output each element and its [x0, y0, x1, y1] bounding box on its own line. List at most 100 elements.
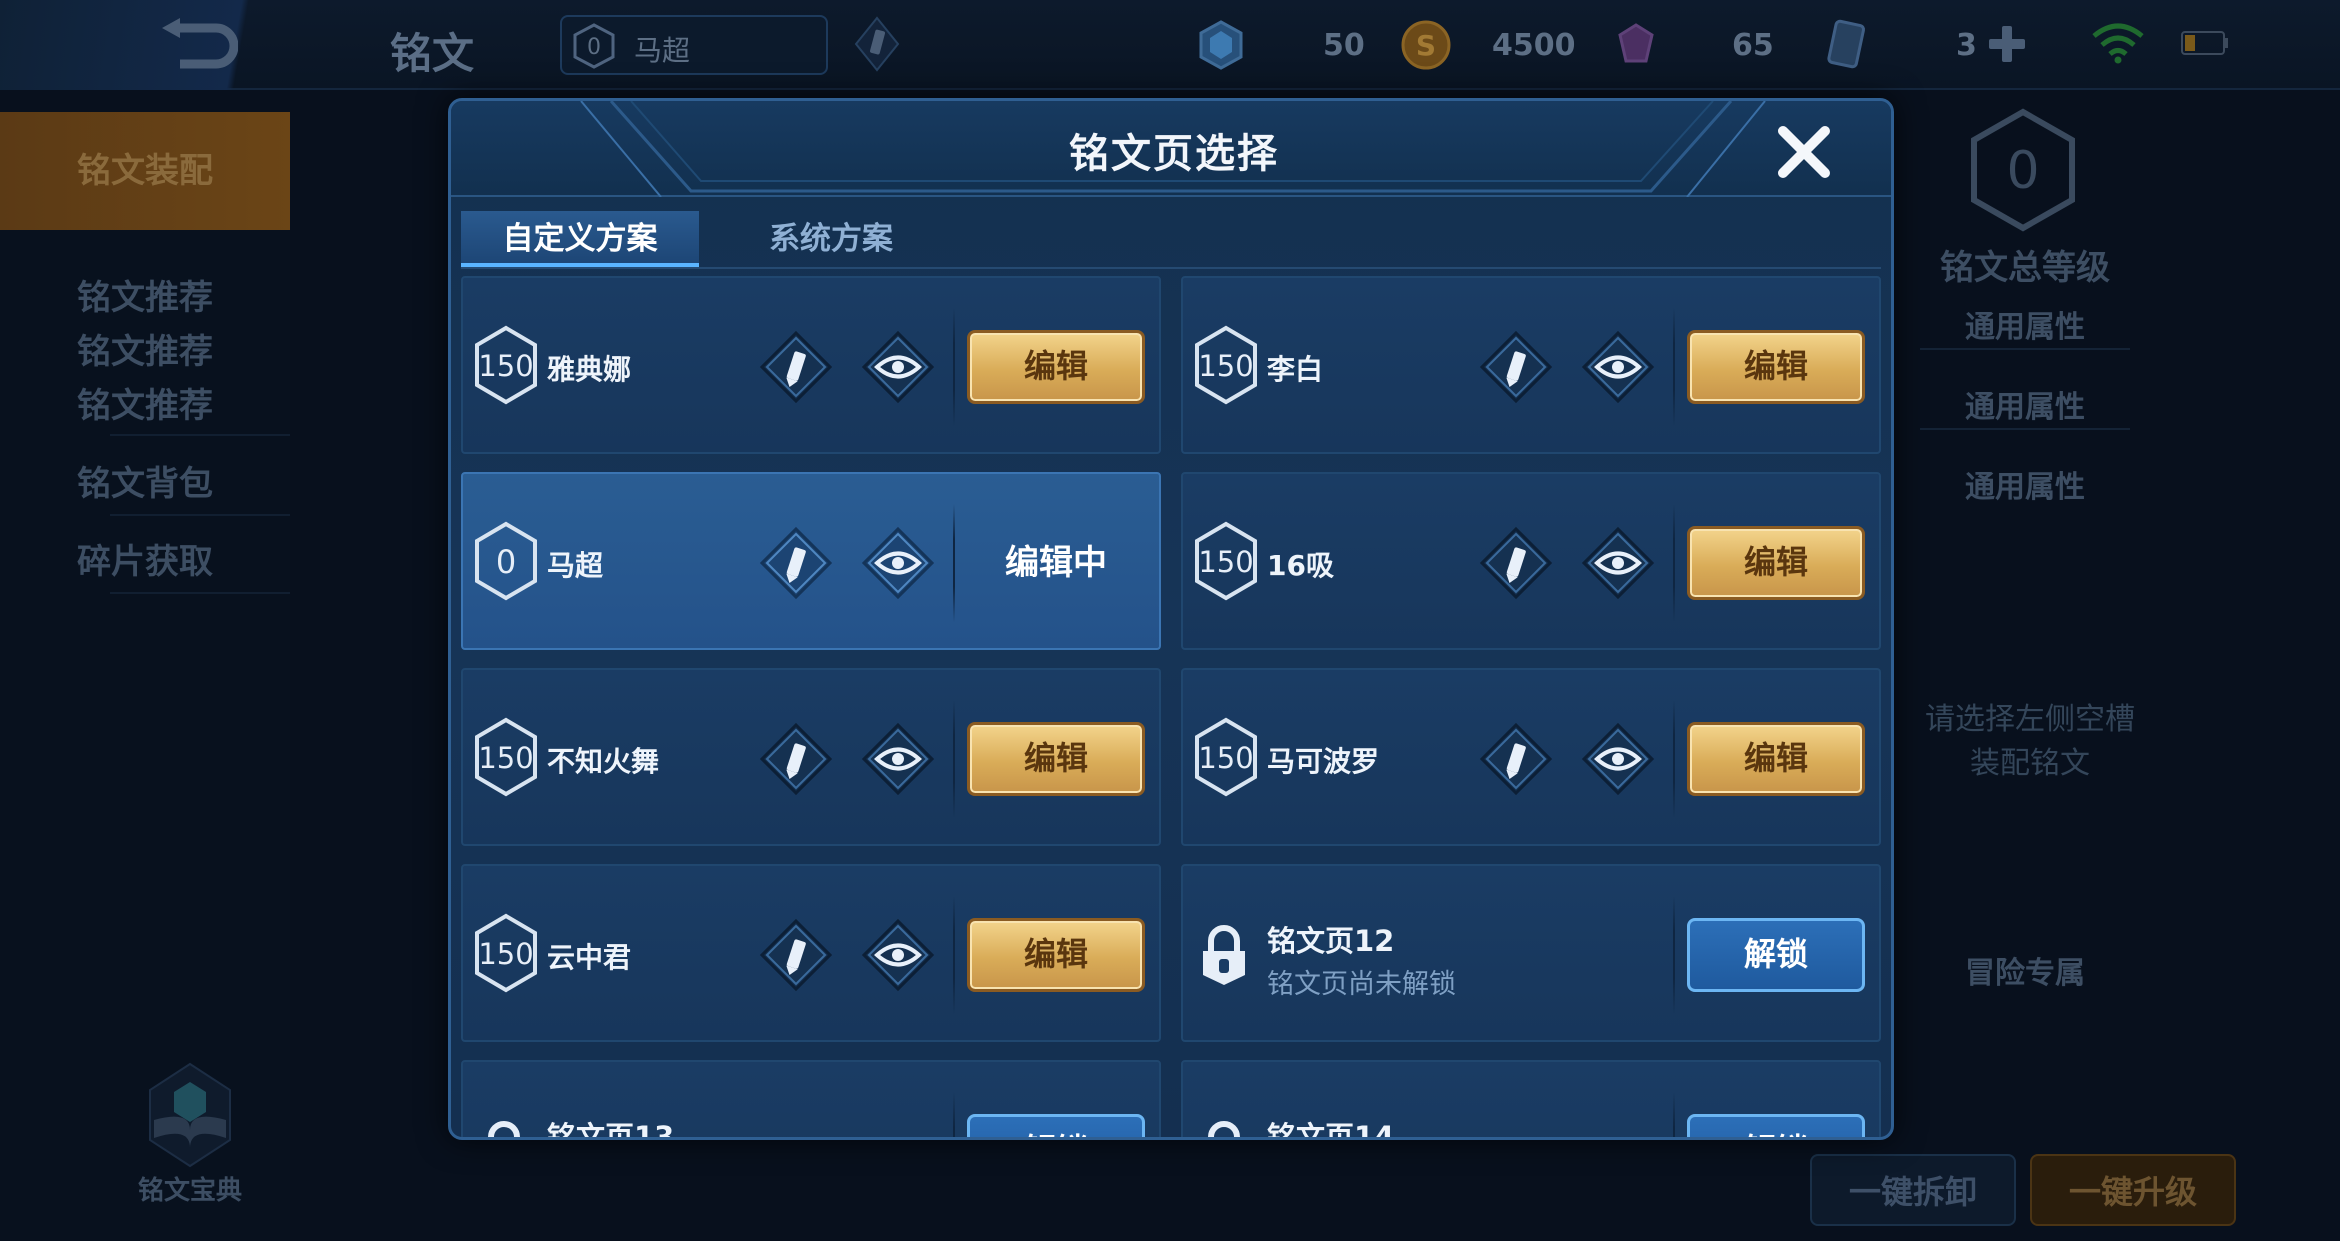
lock-icon: [1208, 1121, 1240, 1137]
edit-button[interactable]: 编辑: [967, 330, 1145, 404]
resource-gem: 65: [1610, 18, 1774, 72]
preview-eye-icon[interactable]: [861, 526, 935, 600]
rune-page-card-current[interactable]: 0 马超 编辑中: [461, 472, 1161, 650]
preview-eye-icon[interactable]: [1581, 330, 1655, 404]
ticket-card-icon: [1827, 19, 1866, 69]
svg-text:150: 150: [1198, 545, 1253, 579]
attribute-divider: [1920, 428, 2130, 430]
card-divider: [953, 896, 955, 1014]
locked-page-name: 铭文页14: [1267, 1120, 1395, 1140]
card-divider: [953, 504, 955, 622]
empty-slot-hint: 请选择左侧空槽 装配铭文: [1860, 698, 2200, 786]
level-hexagon-icon: 150: [1195, 325, 1257, 405]
svg-text:150: 150: [478, 741, 533, 775]
rune-page-card[interactable]: 150 不知火舞 编辑: [461, 668, 1161, 846]
rename-pen-icon[interactable]: [759, 918, 833, 992]
purple-gem-icon: [1618, 23, 1654, 63]
top-bar: 铭文 0 马超 50 S 4500 65 3: [0, 0, 2340, 90]
preview-eye-icon[interactable]: [861, 330, 935, 404]
back-arrow-icon: [162, 18, 238, 69]
nav-rune-recommend-2[interactable]: 铭文推荐: [0, 324, 290, 373]
rune-page-card[interactable]: 150 雅典娜 编辑: [461, 276, 1161, 454]
svg-text:0: 0: [2006, 141, 2039, 201]
locked-page-name: 铭文页13: [547, 1120, 675, 1140]
level-hexagon-icon: 150: [1195, 717, 1257, 797]
rename-pen-icon[interactable]: [1479, 722, 1553, 796]
rune-page-card[interactable]: 150 16吸 编辑: [1181, 472, 1881, 650]
dialog-title: 铭文页选择: [1069, 131, 1279, 177]
preview-eye-icon[interactable]: [1581, 722, 1655, 796]
tab-custom-plan[interactable]: 自定义方案: [461, 211, 699, 267]
preview-eye-icon[interactable]: [861, 722, 935, 796]
rune-page-name: 李白: [1267, 353, 1324, 386]
rename-pen-icon[interactable]: [759, 526, 833, 600]
resource-gold: S 4500: [1400, 18, 1576, 72]
unload-all-button[interactable]: 一键拆卸: [1810, 1154, 2016, 1226]
unlock-button[interactable]: 解锁: [967, 1114, 1145, 1137]
tab-system-plan[interactable]: 系统方案: [731, 211, 931, 267]
locked-rune-page-card: 铭文页14 解锁: [1181, 1060, 1881, 1140]
gold-count: 4500: [1492, 27, 1576, 63]
rename-pen-icon[interactable]: [1479, 526, 1553, 600]
dialog-tabs: 自定义方案 系统方案: [461, 211, 1881, 269]
resource-crystal: 50: [1195, 18, 1365, 72]
rename-pen-icon[interactable]: [759, 330, 833, 404]
edit-button[interactable]: 编辑: [967, 722, 1145, 796]
edit-button[interactable]: 编辑: [1687, 330, 1865, 404]
attribute-row: 通用属性: [1965, 470, 2085, 505]
rune-page-name: 马超: [547, 549, 604, 582]
dialog-header: 铭文页选择: [451, 101, 1891, 197]
nav-rune-bag[interactable]: 铭文背包: [0, 456, 290, 505]
resource-ticket: 3: [1820, 18, 1977, 72]
svg-text:150: 150: [478, 349, 533, 383]
rename-pen-icon[interactable]: [1479, 330, 1553, 404]
preview-eye-icon[interactable]: [1581, 526, 1655, 600]
card-divider: [953, 1092, 955, 1137]
current-hero-name: 马超: [634, 34, 691, 67]
attribute-row: 通用属性: [1965, 390, 2085, 425]
rune-page-name: 雅典娜: [547, 353, 632, 386]
card-divider: [1673, 896, 1675, 1014]
blue-crystal-icon: [1199, 20, 1243, 70]
crystal-count: 50: [1323, 27, 1365, 63]
lock-icon: [488, 1121, 520, 1137]
level-hexagon-icon: 150: [475, 913, 537, 993]
attribute-row: 通用属性: [1965, 310, 2085, 345]
plus-icon[interactable]: [1985, 22, 2029, 66]
nav-fragment-obtain[interactable]: 碎片获取: [0, 534, 290, 583]
rune-codex-book-icon[interactable]: [130, 1060, 250, 1170]
level-hexagon-icon: 0: [475, 521, 537, 601]
adventure-exclusive-label: 冒险专属: [1965, 956, 2085, 991]
svg-text:0: 0: [587, 35, 601, 60]
nav-rune-recommend-1[interactable]: 铭文推荐: [0, 270, 290, 319]
rune-page-select-dialog: 铭文页选择 自定义方案 系统方案 150 雅典娜 编辑 150 李白 编辑 0 …: [448, 98, 1894, 1140]
nav-divider: [110, 434, 290, 436]
card-divider: [1673, 504, 1675, 622]
close-icon[interactable]: [1771, 119, 1837, 185]
edit-button[interactable]: 编辑: [1687, 526, 1865, 600]
nav-rune-recommend-3[interactable]: 铭文推荐: [0, 378, 290, 427]
unlock-button[interactable]: 解锁: [1687, 1114, 1865, 1137]
card-divider: [953, 700, 955, 818]
edit-button[interactable]: 编辑: [967, 918, 1145, 992]
nav-divider: [110, 514, 290, 516]
rune-page-card[interactable]: 150 李白 编辑: [1181, 276, 1881, 454]
upgrade-all-button[interactable]: 一键升级: [2030, 1154, 2236, 1226]
level-hexagon-icon: 0: [573, 23, 615, 69]
nav-rune-equip[interactable]: 铭文装配: [0, 112, 290, 230]
current-hero-chip[interactable]: 0 马超: [560, 15, 828, 75]
locked-page-subtitle: 铭文页尚未解锁: [1267, 969, 1456, 1000]
locked-rune-page-card: 铭文页12 铭文页尚未解锁 解锁: [1181, 864, 1881, 1042]
right-summary-panel: 0 铭文总等级 通用属性 通用属性 通用属性 请选择左侧空槽 装配铭文 冒险专属: [1890, 90, 2340, 1241]
nav-divider: [110, 592, 290, 594]
rename-pen-icon[interactable]: [852, 14, 902, 74]
rune-page-card[interactable]: 150 云中君 编辑: [461, 864, 1161, 1042]
back-button[interactable]: [0, 0, 330, 90]
rename-pen-icon[interactable]: [759, 722, 833, 796]
gold-coin-icon: S: [1401, 20, 1451, 70]
lock-icon: [1203, 925, 1245, 985]
edit-button[interactable]: 编辑: [1687, 722, 1865, 796]
preview-eye-icon[interactable]: [861, 918, 935, 992]
rune-page-card[interactable]: 150 马可波罗 编辑: [1181, 668, 1881, 846]
unlock-button[interactable]: 解锁: [1687, 918, 1865, 992]
